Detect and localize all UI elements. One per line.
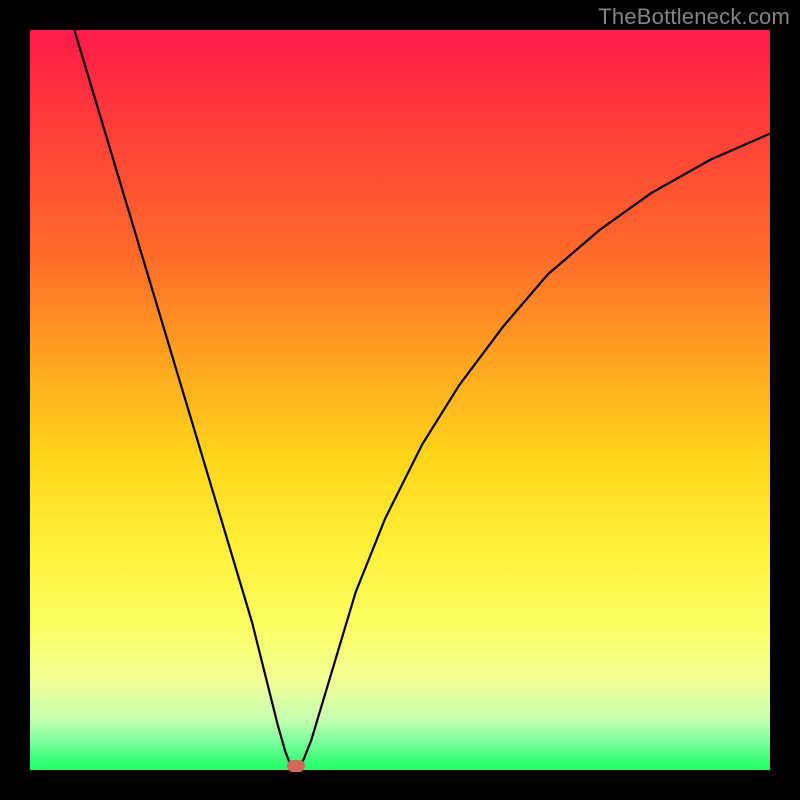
curve-left-branch (74, 30, 292, 766)
minimum-marker (287, 760, 305, 772)
plot-area (30, 30, 770, 770)
curve-right-branch (300, 134, 770, 766)
curve-layer (30, 30, 770, 770)
chart-frame: TheBottleneck.com (0, 0, 800, 800)
watermark-text: TheBottleneck.com (598, 4, 790, 30)
